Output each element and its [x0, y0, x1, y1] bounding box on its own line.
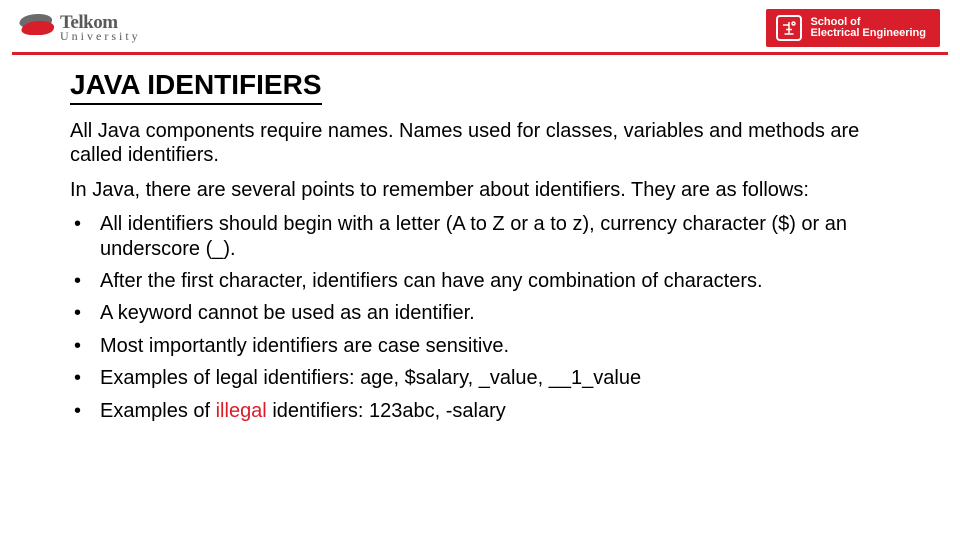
list-item: A keyword cannot be used as an identifie… [70, 301, 890, 325]
telkom-line2: University [60, 31, 141, 42]
slide-title: JAVA IDENTIFIERS [70, 69, 322, 105]
circuit-icon [776, 15, 802, 41]
telkom-wing-icon [20, 14, 54, 42]
list-item: Most importantly identifiers are case se… [70, 334, 890, 358]
telkom-logo: Telkom University [20, 14, 141, 42]
ee-logo: School of Electrical Engineering [766, 9, 940, 47]
paragraph-2: In Java, there are several points to rem… [70, 178, 890, 202]
illegal-suffix: identifiers: 123abc, -salary [267, 400, 506, 422]
list-item: Examples of legal identifiers: age, $sal… [70, 366, 890, 390]
paragraph-1: All Java components require names. Names… [70, 119, 890, 168]
illegal-prefix: Examples of [100, 400, 216, 422]
illegal-word: illegal [216, 400, 267, 422]
list-item: All identifiers should begin with a lett… [70, 212, 890, 261]
list-item-illegal: Examples of illegal identifiers: 123abc,… [70, 399, 890, 423]
ee-logo-text: School of Electrical Engineering [810, 17, 926, 39]
bullet-list: All identifiers should begin with a lett… [70, 212, 890, 423]
telkom-logo-text: Telkom University [60, 14, 141, 42]
slide-content: JAVA IDENTIFIERS All Java components req… [0, 55, 960, 441]
slide-header: Telkom University School of Electrical E… [0, 0, 960, 52]
list-item: After the first character, identifiers c… [70, 269, 890, 293]
ee-line2: Electrical Engineering [810, 28, 926, 39]
